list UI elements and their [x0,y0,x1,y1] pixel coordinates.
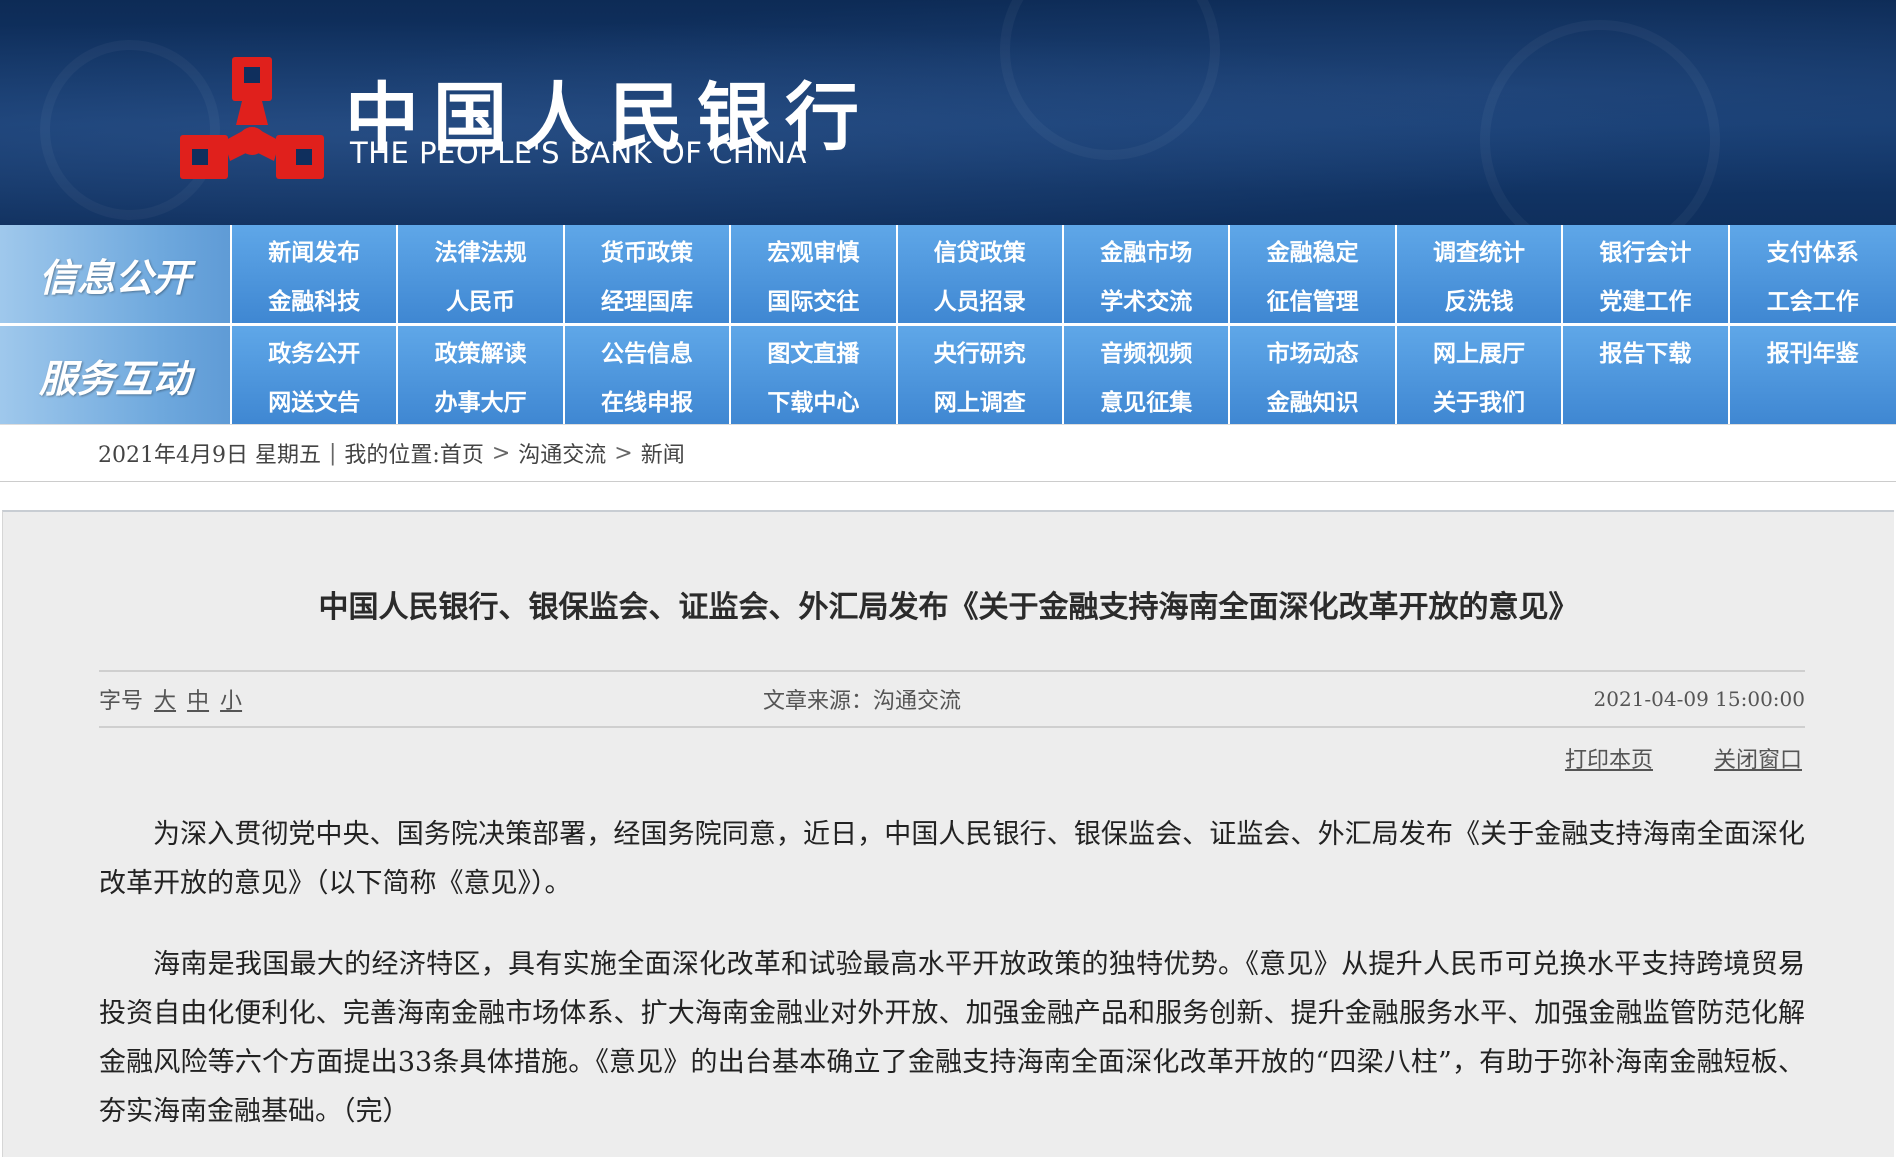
logo-english-text: THE PEOPLE'S BANK OF CHINA [350,136,807,170]
position-label: 我的位置: [344,443,440,468]
article-title: 中国人民银行、银保监会、证监会、外汇局发布《关于金融支持海南全面深化改革开放的意… [318,590,1579,625]
nav-item[interactable]: 调查统计 [1397,225,1564,274]
font-size-control: 字号 大 中 小 [99,683,242,715]
nav-item[interactable]: 宏观审慎 [731,225,898,274]
article-source: 文章来源：沟通交流 [763,689,962,714]
nav-grid: 新闻发布 法律法规 货币政策 宏观审慎 信贷政策 金融市场 金融稳定 调查统计 银行会计 支付体系… [232,225,1896,323]
nav-item[interactable]: 办事大厅 [398,375,565,424]
nav-item[interactable]: 政策解读 [398,326,565,375]
nav-item[interactable]: 央行研究 [898,326,1064,375]
spacer [0,482,1896,510]
nav-item[interactable]: 人民币 [398,274,565,323]
nav-item[interactable]: 征信管理 [1230,274,1397,323]
nav-item[interactable]: 金融科技 [232,274,399,323]
breadcrumb-communication[interactable]: 沟通交流 [518,437,606,469]
article-panel: 中国人民银行、银保监会、证监会、外汇局发布《关于金融支持海南全面深化改革开放的意… [2,510,1894,1157]
font-size-large-link[interactable]: 大 [154,689,176,714]
article-paragraph: 海南是我国最大的经济特区，具有实施全面深化改革和试验最高水平开放政策的独特优势。… [99,949,1805,1127]
nav-section-label: 信息公开 [0,225,232,323]
nav-item[interactable]: 网送文告 [232,375,399,424]
breadcrumb: 2021年4月9日 星期五 | 我的位置: 首页 > 沟通交流 > 新闻 [0,424,1896,482]
nav-item[interactable]: 报告下载 [1563,326,1730,375]
divider: | [328,440,337,466]
font-size-medium-link[interactable]: 中 [187,689,209,714]
nav-item[interactable]: 网上调查 [898,375,1064,424]
nav-item[interactable]: 关于我们 [1397,375,1564,424]
nav-item[interactable]: 党建工作 [1563,274,1730,323]
nav-item[interactable]: 新闻发布 [232,225,399,274]
nav-grid: 政务公开 政策解读 公告信息 图文直播 央行研究 音频视频 市场动态 网上展厅 报告下载 报刊年鉴… [232,326,1896,424]
nav-item[interactable]: 经理国库 [565,274,732,323]
nav-item[interactable]: 市场动态 [1230,326,1397,375]
nav-item[interactable]: 在线申报 [565,375,732,424]
article-datetime: 2021-04-09 15:00:00 [1593,687,1806,711]
nav-item[interactable]: 反洗钱 [1397,274,1564,323]
nav-item[interactable]: 公告信息 [565,326,732,375]
nav-info-disclosure: 信息公开 新闻发布 法律法规 货币政策 宏观审慎 信贷政策 金融市场 金融稳定 调查统计 银行会… [0,225,1896,323]
nav-service-interaction: 服务互动 政务公开 政策解读 公告信息 图文直播 央行研究 音频视频 市场动态 网上展厅 报告下… [0,323,1896,424]
current-date: 2021年4月9日 星期五 [98,443,321,468]
breadcrumb-home[interactable]: 首页 [440,437,484,469]
nav-item[interactable]: 信贷政策 [898,225,1064,274]
article-paragraph: 为深入贯彻党中央、国务院决策部署，经国务院同意，近日，中国人民银行、银保监会、证… [99,819,1805,899]
nav-item[interactable]: 图文直播 [731,326,898,375]
nav-section-label: 服务互动 [0,326,232,424]
nav-item[interactable]: 政务公开 [232,326,399,375]
nav-item[interactable]: 金融知识 [1230,375,1397,424]
breadcrumb-news[interactable]: 新闻 [641,437,685,469]
font-size-small-link[interactable]: 小 [220,689,242,714]
nav-item[interactable]: 工会工作 [1730,274,1896,323]
close-window-link[interactable]: 关闭窗口 [1714,748,1802,773]
nav-item[interactable]: 学术交流 [1064,274,1231,323]
chevron-right-icon: > [614,440,633,466]
article-tools: 打印本页 关闭窗口 [1511,742,1802,774]
nav-item[interactable]: 法律法规 [398,225,565,274]
nav-item[interactable]: 金融市场 [1064,225,1231,274]
nav-item[interactable]: 音频视频 [1064,326,1231,375]
nav-item[interactable]: 人员招录 [898,274,1064,323]
nav-item[interactable]: 金融稳定 [1230,225,1397,274]
nav-item[interactable]: 货币政策 [565,225,732,274]
nav-item[interactable]: 下载中心 [731,375,898,424]
nav-item [1730,375,1896,424]
chevron-right-icon: > [491,440,511,466]
nav-item[interactable]: 意见征集 [1064,375,1231,424]
header-banner: 中国人民银行 THE PEOPLE'S BANK OF CHINA [0,0,1896,225]
nav-item[interactable]: 支付体系 [1730,225,1896,274]
article-body: 为深入贯彻党中央、国务院决策部署，经国务院同意，近日，中国人民银行、银保监会、证… [99,810,1805,1168]
pboc-logo-icon[interactable] [180,55,325,185]
print-page-link[interactable]: 打印本页 [1565,748,1653,773]
nav-item[interactable]: 网上展厅 [1397,326,1564,375]
nav-item [1563,375,1730,424]
font-size-label: 字号 [99,689,144,714]
nav-item[interactable]: 报刊年鉴 [1730,326,1896,375]
article-meta: 字号 大 中 小 文章来源：沟通交流 2021-04-09 15:00:00 [99,670,1805,728]
nav-item[interactable]: 银行会计 [1563,225,1730,274]
nav-item[interactable]: 国际交往 [731,274,898,323]
